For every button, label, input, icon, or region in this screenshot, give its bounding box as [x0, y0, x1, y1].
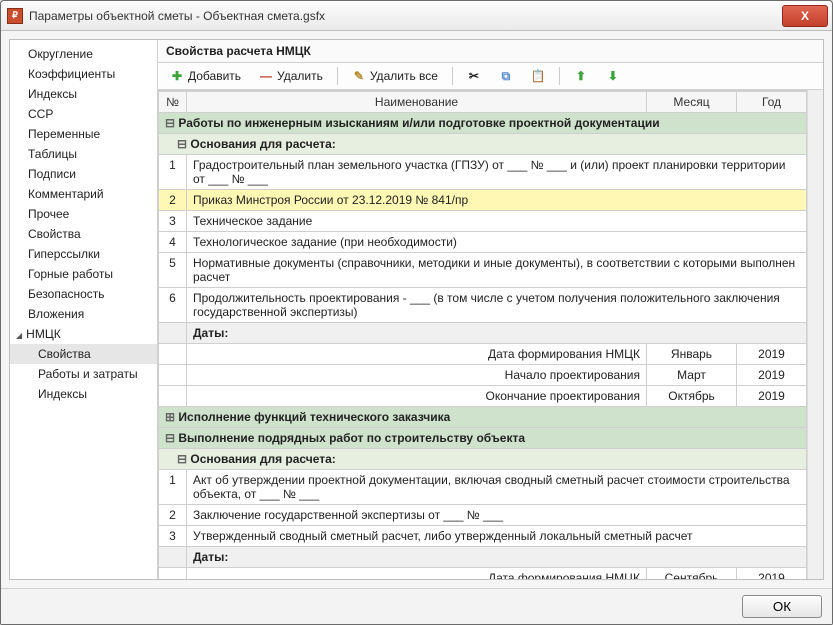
- move-down-button[interactable]: ⬇: [600, 67, 626, 85]
- nav-item[interactable]: Прочее: [10, 204, 157, 224]
- cut-button[interactable]: ✂: [461, 67, 487, 85]
- arrow-down-icon: ⬇: [606, 69, 620, 83]
- group-row[interactable]: Исполнение функций технического заказчик…: [159, 407, 807, 428]
- pencil-icon: ✎: [352, 69, 366, 83]
- nav-group-nmck[interactable]: НМЦК: [10, 324, 157, 344]
- dialog-footer: ОК: [1, 588, 832, 624]
- table-row[interactable]: 1Градостроительный план земельного участ…: [159, 155, 807, 190]
- nav-item[interactable]: Вложения: [10, 304, 157, 324]
- table-row[interactable]: 1Акт об утверждении проектной документац…: [159, 470, 807, 505]
- arrow-up-icon: ⬆: [574, 69, 588, 83]
- nav-tree: Округление Коэффициенты Индексы ССР Пере…: [10, 40, 158, 579]
- panel-header: Свойства расчета НМЦК: [158, 40, 823, 63]
- col-year[interactable]: Год: [737, 92, 807, 113]
- minus-icon: —: [259, 69, 273, 83]
- subgroup-row[interactable]: Даты:: [159, 547, 807, 568]
- scissors-icon: ✂: [467, 69, 481, 83]
- group-row[interactable]: Выполнение подрядных работ по строительс…: [159, 428, 807, 449]
- separator: [337, 67, 338, 85]
- subgroup-row[interactable]: Основания для расчета:: [159, 134, 807, 155]
- table-row[interactable]: Начало проектированияМарт2019: [159, 365, 807, 386]
- dates-label: Даты:: [187, 547, 807, 568]
- grid[interactable]: № Наименование Месяц Год Работы по инжен…: [158, 90, 807, 579]
- window-title: Параметры объектной сметы - Объектная см…: [29, 9, 782, 23]
- col-month[interactable]: Месяц: [647, 92, 737, 113]
- nav-item[interactable]: Таблицы: [10, 144, 157, 164]
- separator: [559, 67, 560, 85]
- remove-label: Удалить: [277, 69, 323, 83]
- group-title: Выполнение подрядных работ по строительс…: [159, 428, 807, 449]
- remove-button[interactable]: — Удалить: [253, 67, 329, 85]
- nav-item[interactable]: Свойства: [10, 224, 157, 244]
- nav-item[interactable]: Гиперссылки: [10, 244, 157, 264]
- nav-child-works[interactable]: Работы и затраты: [10, 364, 157, 384]
- nav-item[interactable]: Горные работы: [10, 264, 157, 284]
- nav-item[interactable]: ССР: [10, 104, 157, 124]
- table-row[interactable]: Окончание проектированияОктябрь2019: [159, 386, 807, 407]
- main-panel: Свойства расчета НМЦК ✚ Добавить — Удали…: [158, 40, 823, 579]
- basis-label: Основания для расчета:: [159, 134, 807, 155]
- paste-button[interactable]: 📋: [525, 67, 551, 85]
- table-row[interactable]: 2Приказ Минстроя России от 23.12.2019 № …: [159, 190, 807, 211]
- separator: [452, 67, 453, 85]
- dates-label: Даты:: [187, 323, 807, 344]
- basis-label: Основания для расчета:: [159, 449, 807, 470]
- table-row[interactable]: 5Нормативные документы (справочники, мет…: [159, 253, 807, 288]
- group-title: Работы по инженерным изысканиям и/или по…: [159, 113, 807, 134]
- nav-child-properties[interactable]: Свойства: [10, 344, 157, 364]
- plus-icon: ✚: [170, 69, 184, 83]
- paste-icon: 📋: [531, 69, 545, 83]
- dialog-window: ₽ Параметры объектной сметы - Объектная …: [0, 0, 833, 625]
- nav-item[interactable]: Комментарий: [10, 184, 157, 204]
- remove-all-label: Удалить все: [370, 69, 438, 83]
- nav-item[interactable]: Подписи: [10, 164, 157, 184]
- nav-item[interactable]: Безопасность: [10, 284, 157, 304]
- remove-all-button[interactable]: ✎ Удалить все: [346, 67, 444, 85]
- close-button[interactable]: X: [782, 5, 828, 27]
- subgroup-row[interactable]: Даты:: [159, 323, 807, 344]
- copy-button[interactable]: ⧉: [493, 67, 519, 85]
- subgroup-row[interactable]: Основания для расчета:: [159, 449, 807, 470]
- copy-icon: ⧉: [499, 69, 513, 83]
- titlebar: ₽ Параметры объектной сметы - Объектная …: [1, 1, 832, 31]
- group-row[interactable]: Работы по инженерным изысканиям и/или по…: [159, 113, 807, 134]
- app-icon: ₽: [7, 8, 23, 24]
- header-row: № Наименование Месяц Год: [159, 92, 807, 113]
- scrollbar[interactable]: [807, 90, 823, 579]
- nav-child-indices[interactable]: Индексы: [10, 384, 157, 404]
- table-row[interactable]: 3Утвержденный сводный сметный расчет, ли…: [159, 526, 807, 547]
- group-title: Исполнение функций технического заказчик…: [159, 407, 807, 428]
- table-row[interactable]: 6Продолжительность проектирования - ___ …: [159, 288, 807, 323]
- add-label: Добавить: [188, 69, 241, 83]
- toolbar: ✚ Добавить — Удалить ✎ Удалить все ✂ ⧉: [158, 63, 823, 90]
- table-row[interactable]: Дата формирования НМЦКЯнварь2019: [159, 344, 807, 365]
- nav-item[interactable]: Коэффициенты: [10, 64, 157, 84]
- move-up-button[interactable]: ⬆: [568, 67, 594, 85]
- table-row[interactable]: 3Техническое задание: [159, 211, 807, 232]
- table-row[interactable]: 2Заключение государственной экспертизы о…: [159, 505, 807, 526]
- col-name[interactable]: Наименование: [187, 92, 647, 113]
- ok-button[interactable]: ОК: [742, 595, 822, 618]
- add-button[interactable]: ✚ Добавить: [164, 67, 247, 85]
- grid-table: № Наименование Месяц Год Работы по инжен…: [158, 91, 807, 579]
- table-row[interactable]: Дата формирования НМЦКСентябрь2019: [159, 568, 807, 580]
- nav-item[interactable]: Переменные: [10, 124, 157, 144]
- nav-item[interactable]: Индексы: [10, 84, 157, 104]
- col-num[interactable]: №: [159, 92, 187, 113]
- nav-item[interactable]: Округление: [10, 44, 157, 64]
- table-row[interactable]: 4Технологическое задание (при необходимо…: [159, 232, 807, 253]
